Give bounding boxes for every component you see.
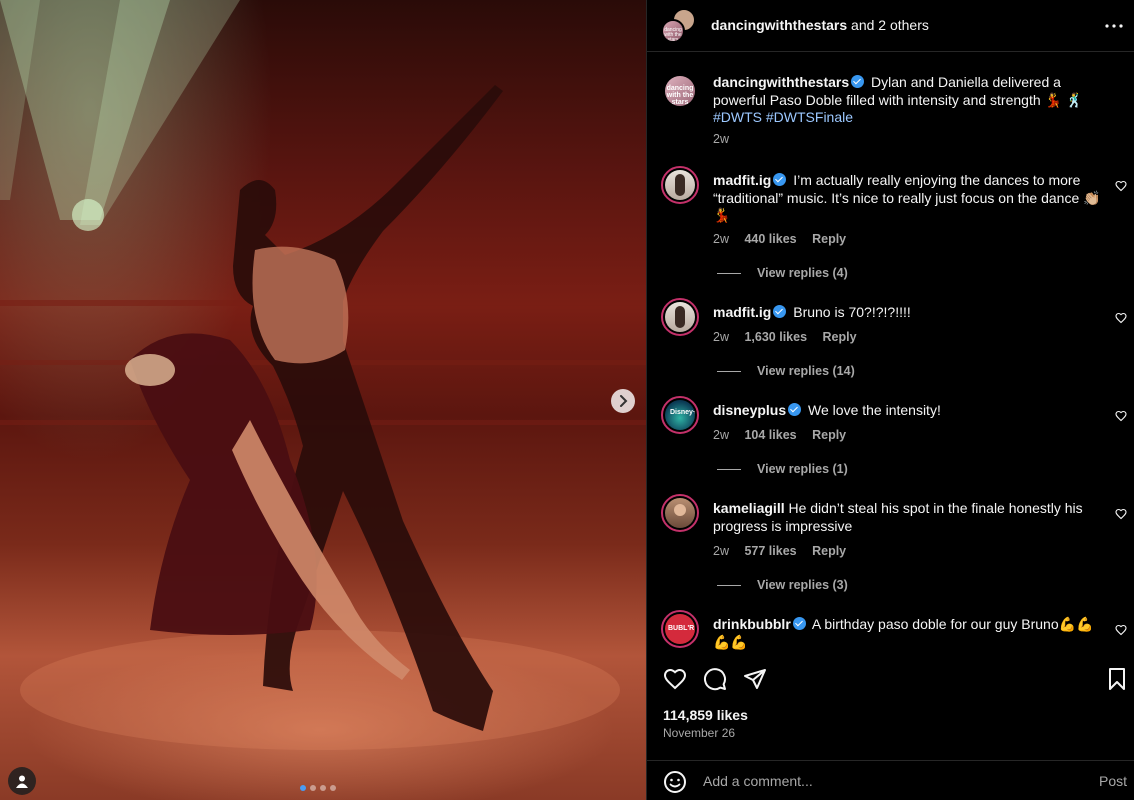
comment-body: Bruno is 70?!?!?!!!!: [793, 304, 911, 320]
comment-icon[interactable]: [703, 667, 727, 691]
tagged-users-button[interactable]: [8, 767, 36, 795]
comment-input[interactable]: [703, 770, 1073, 792]
view-replies-button[interactable]: View replies (4): [717, 266, 848, 280]
comment-time[interactable]: 2w: [713, 330, 729, 344]
heart-icon[interactable]: [1115, 312, 1127, 324]
carousel-dot: [320, 785, 326, 791]
comment-username[interactable]: madfit.ig: [713, 304, 771, 320]
comment-meta: 2w 1,630 likes Reply: [713, 330, 869, 344]
view-replies-button[interactable]: View replies (3): [717, 578, 848, 592]
verified-badge-icon: [773, 305, 787, 318]
post-media[interactable]: [0, 0, 646, 800]
heart-icon[interactable]: [1115, 508, 1127, 520]
comment-meta: 2w 577 likes Reply: [713, 544, 858, 558]
comment-username[interactable]: madfit.ig: [713, 172, 771, 188]
comment-likes[interactable]: 440 likes: [744, 232, 796, 246]
comment-time[interactable]: 2w: [713, 428, 729, 442]
post-header: dancing with the stars dancingwiththesta…: [647, 0, 1134, 52]
carousel-dot: [300, 785, 306, 791]
comment-username[interactable]: kameliagill: [713, 500, 785, 516]
view-replies-label: View replies (3): [757, 578, 848, 592]
action-bar: [647, 660, 1134, 698]
avatar[interactable]: [661, 298, 699, 336]
reply-button[interactable]: Reply: [812, 232, 846, 246]
divider: [717, 272, 741, 274]
comment-time[interactable]: 2w: [713, 544, 729, 558]
comment-text: madfit.ig Bruno is 70?!?!?!!!!: [713, 304, 1105, 322]
more-horizontal-icon: [1105, 24, 1123, 28]
emoji-icon[interactable]: [663, 770, 687, 794]
comment-text: madfit.ig I’m actually really enjoying t…: [713, 172, 1105, 225]
view-replies-button[interactable]: View replies (14): [717, 364, 855, 378]
bookmark-icon[interactable]: [1105, 667, 1129, 691]
verified-badge-icon: [851, 75, 865, 88]
comment-likes[interactable]: 104 likes: [744, 428, 796, 442]
heart-icon[interactable]: [1115, 180, 1127, 192]
comment-body: We love the intensity!: [808, 402, 941, 418]
caption-hashtags[interactable]: #DWTS #DWTSFinale: [713, 109, 853, 125]
avatar-logo-text: dancing with the stars: [666, 85, 694, 106]
next-slide-button[interactable]: [611, 389, 635, 413]
user-tag-icon: [16, 775, 28, 788]
comment-text: disneyplus We love the intensity!: [713, 402, 1105, 420]
comment-username[interactable]: disneyplus: [713, 402, 786, 418]
avatar[interactable]: Disney+: [661, 396, 699, 434]
comment-meta: 2w 440 likes Reply: [713, 232, 858, 246]
reply-button[interactable]: Reply: [823, 330, 857, 344]
comment-text: kameliagill He didn’t steal his spot in …: [713, 500, 1105, 535]
collab-avatars[interactable]: dancing with the stars: [661, 9, 697, 43]
heart-icon[interactable]: [1115, 410, 1127, 422]
comment-time[interactable]: 2w: [713, 232, 729, 246]
post-date[interactable]: November 26: [663, 726, 735, 740]
post-panel: dancing with the stars dancingwiththesta…: [646, 0, 1134, 800]
caption-meta: 2w: [713, 132, 741, 146]
likes-count[interactable]: 114,859 likes: [663, 707, 748, 723]
carousel-dots: [300, 785, 336, 791]
comment-likes[interactable]: 577 likes: [744, 544, 796, 558]
comment-composer: Post: [647, 760, 1134, 800]
avatar[interactable]: dancing with the stars: [661, 72, 699, 110]
header-username[interactable]: dancingwiththestars: [711, 17, 847, 33]
view-replies-button[interactable]: View replies (1): [717, 462, 848, 476]
reply-button[interactable]: Reply: [812, 544, 846, 558]
caption-text: dancingwiththestars Dylan and Daniella d…: [713, 74, 1105, 127]
carousel-dot: [310, 785, 316, 791]
view-replies-label: View replies (14): [757, 364, 855, 378]
comment-meta: 2w 104 likes Reply: [713, 428, 858, 442]
heart-icon[interactable]: [663, 667, 687, 691]
reply-button[interactable]: Reply: [812, 428, 846, 442]
caption-username[interactable]: dancingwiththestars: [713, 74, 849, 90]
comment-likes[interactable]: 1,630 likes: [744, 330, 807, 344]
caption-time[interactable]: 2w: [713, 132, 729, 146]
carousel-dot: [330, 785, 336, 791]
view-replies-label: View replies (1): [757, 462, 848, 476]
comment-text: drinkbubblr A birthday paso doble for ou…: [713, 616, 1105, 651]
verified-badge-icon: [773, 173, 787, 186]
avatar: dancing with the stars: [661, 19, 685, 43]
header-and-others[interactable]: and 2 others: [851, 17, 929, 33]
view-replies-label: View replies (4): [757, 266, 848, 280]
more-options-button[interactable]: [1105, 17, 1123, 35]
heart-icon[interactable]: [1115, 624, 1127, 636]
avatar[interactable]: [661, 166, 699, 204]
chevron-right-icon: [620, 395, 628, 407]
avatar[interactable]: [661, 494, 699, 532]
avatar-logo-text: BUBL'R: [668, 625, 695, 632]
comment-username[interactable]: drinkbubblr: [713, 616, 791, 632]
divider: [717, 584, 741, 586]
share-icon[interactable]: [743, 667, 767, 691]
dance-photo: [0, 0, 646, 750]
divider: [717, 468, 741, 470]
verified-badge-icon: [788, 403, 802, 416]
verified-badge-icon: [792, 617, 806, 630]
divider: [717, 370, 741, 372]
comment-item: BUBL'R drinkbubblr A birthday paso doble…: [647, 610, 1134, 656]
post-owners: dancingwiththestars and 2 others: [711, 17, 929, 33]
avatar[interactable]: BUBL'R: [661, 610, 699, 648]
avatar-logo-text: dancing with the stars: [664, 27, 682, 43]
post-button[interactable]: Post: [1099, 773, 1127, 789]
